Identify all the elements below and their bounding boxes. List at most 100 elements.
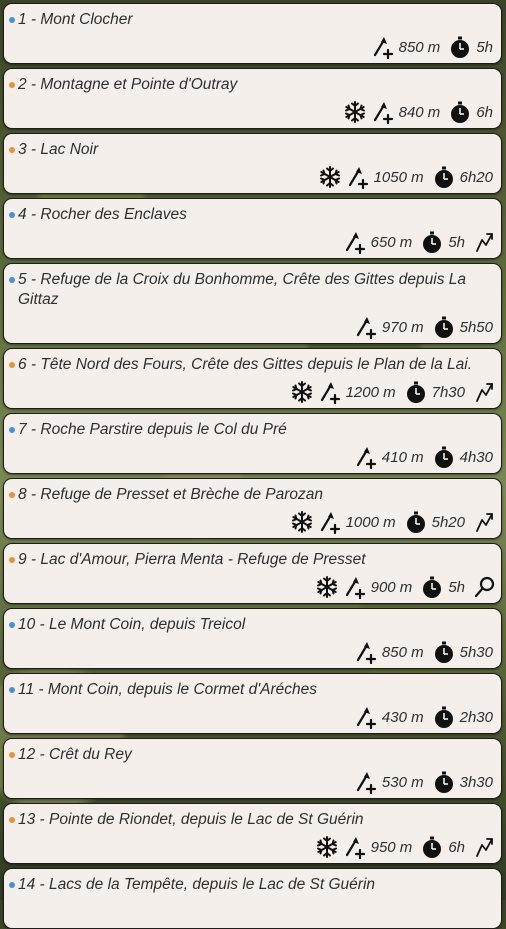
route-stats: 970 m 5h50 (354, 314, 497, 340)
route-dot-indicator (9, 277, 15, 283)
route-title: 7 - Roche Parstire depuis le Col du Pré (18, 421, 287, 438)
elevation-gain-icon (318, 380, 342, 404)
route-card[interactable]: 7 - Roche Parstire depuis le Col du Pré 4… (3, 413, 502, 474)
route-card[interactable]: 10 - Le Mont Coin, depuis Treicol 850 m 5h… (3, 608, 502, 669)
duration-value: 4h30 (459, 448, 493, 466)
route-title: 13 - Pointe de Riondet, depuis le Lac de… (18, 811, 364, 828)
elevation-gain-icon (371, 35, 395, 59)
stopwatch-icon (420, 835, 444, 859)
stopwatch-icon (448, 35, 472, 59)
route-dot-indicator (9, 212, 15, 218)
route-title: 5 - Refuge de la Croix du Bonhomme, Crêt… (18, 271, 467, 308)
route-card[interactable]: 6 - Tête Nord des Fours, Crête des Gitte… (3, 348, 502, 409)
route-stats: 1000 m 5h20 (290, 509, 497, 535)
elevation-value: 1000 m (345, 513, 396, 531)
elevation-value: 900 m (370, 578, 413, 596)
route-dot-indicator (9, 492, 15, 498)
route-stats: 850 m 5h30 (354, 639, 497, 665)
traverse-arrow-icon (473, 230, 497, 254)
route-title: 1 - Mont Clocher (18, 11, 133, 28)
snowflake-icon (315, 575, 339, 599)
route-card[interactable]: 12 - Crêt du Rey 530 m 3h30 (3, 738, 502, 799)
elevation-value: 1050 m (373, 168, 424, 186)
snowflake-icon (315, 835, 339, 859)
route-card[interactable]: 13 - Pointe de Riondet, depuis le Lac de… (3, 803, 502, 864)
route-title: 10 - Le Mont Coin, depuis Treicol (18, 616, 246, 633)
elevation-value: 410 m (381, 448, 424, 466)
route-card[interactable]: 8 - Refuge de Presset et Brèche de Paroz… (3, 478, 502, 539)
route-card[interactable]: 11 - Mont Coin, depuis le Cormet d'Aréch… (3, 673, 502, 734)
route-stats: 900 m 5h (315, 574, 497, 600)
stopwatch-icon (404, 380, 428, 404)
route-card[interactable]: 2 - Montagne et Pointe d'Outray 840 m 6h (3, 68, 502, 129)
route-stats: 1050 m 6h20 (318, 164, 497, 190)
snowflake-icon (290, 510, 314, 534)
elevation-gain-icon (354, 445, 378, 469)
duration-value: 5h30 (459, 643, 493, 661)
duration-value: 6h (448, 838, 465, 856)
stopwatch-icon (432, 445, 456, 469)
elevation-value: 530 m (381, 773, 424, 791)
elevation-gain-icon (346, 165, 370, 189)
elevation-gain-icon (343, 575, 367, 599)
route-card[interactable]: 1 - Mont Clocher 850 m 5h (3, 3, 502, 64)
duration-value: 6h20 (459, 168, 493, 186)
elevation-value: 950 m (370, 838, 413, 856)
stopwatch-icon (420, 575, 444, 599)
stopwatch-icon (448, 100, 472, 124)
route-card[interactable]: 9 - Lac d'Amour, Pierra Menta - Refuge d… (3, 543, 502, 604)
route-dot-indicator (9, 687, 15, 693)
duration-value: 5h (448, 233, 465, 251)
route-dot-indicator (9, 362, 15, 368)
route-dot-indicator (9, 752, 15, 758)
elevation-gain-icon (343, 230, 367, 254)
route-card[interactable]: 4 - Rocher des Enclaves 650 m 5h (3, 198, 502, 259)
elevation-gain-icon (354, 640, 378, 664)
stopwatch-icon (432, 315, 456, 339)
route-stats: 410 m 4h30 (354, 444, 497, 470)
route-card[interactable]: 5 - Refuge de la Croix du Bonhomme, Crêt… (3, 263, 502, 344)
snowflake-icon (343, 100, 367, 124)
duration-value: 3h30 (459, 773, 493, 791)
duration-value: 2h30 (459, 708, 493, 726)
elevation-value: 430 m (381, 708, 424, 726)
route-title: 4 - Rocher des Enclaves (18, 206, 187, 223)
route-dot-indicator (9, 82, 15, 88)
route-stats: 430 m 2h30 (354, 704, 497, 730)
duration-value: 6h (476, 103, 493, 121)
elevation-value: 840 m (398, 103, 441, 121)
elevation-value: 650 m (370, 233, 413, 251)
route-dot-indicator (9, 622, 15, 628)
route-title: 9 - Lac d'Amour, Pierra Menta - Refuge d… (18, 551, 366, 568)
route-card[interactable]: 3 - Lac Noir 1050 m 6h20 (3, 133, 502, 194)
elevation-gain-icon (343, 835, 367, 859)
route-stats: 650 m 5h (343, 229, 497, 255)
traverse-arrow-icon (473, 380, 497, 404)
snowflake-icon (318, 165, 342, 189)
route-stats: 840 m 6h (343, 99, 497, 125)
route-stats: 1200 m 7h30 (290, 379, 497, 405)
route-title: 14 - Lacs de la Tempête, depuis le Lac d… (18, 876, 376, 893)
route-title: 8 - Refuge de Presset et Brèche de Paroz… (18, 486, 324, 503)
route-title: 6 - Tête Nord des Fours, Crête des Gitte… (18, 356, 473, 373)
elevation-value: 1200 m (345, 383, 396, 401)
elevation-gain-icon (354, 315, 378, 339)
route-dot-indicator (9, 817, 15, 823)
elevation-gain-icon (354, 705, 378, 729)
elevation-gain-icon (318, 510, 342, 534)
stopwatch-icon (432, 165, 456, 189)
duration-value: 5h (476, 38, 493, 56)
elevation-value: 850 m (398, 38, 441, 56)
elevation-gain-icon (354, 770, 378, 794)
route-dot-indicator (9, 147, 15, 153)
route-dot-indicator (9, 17, 15, 23)
route-card[interactable]: 14 - Lacs de la Tempête, depuis le Lac d… (3, 868, 502, 929)
stopwatch-icon (420, 230, 444, 254)
route-dot-indicator (9, 557, 15, 563)
route-title: 11 - Mont Coin, depuis le Cormet d'Aréch… (18, 681, 318, 698)
route-dot-indicator (9, 882, 15, 888)
stopwatch-icon (432, 705, 456, 729)
stopwatch-icon (432, 770, 456, 794)
elevation-gain-icon (371, 100, 395, 124)
route-dot-indicator (9, 427, 15, 433)
